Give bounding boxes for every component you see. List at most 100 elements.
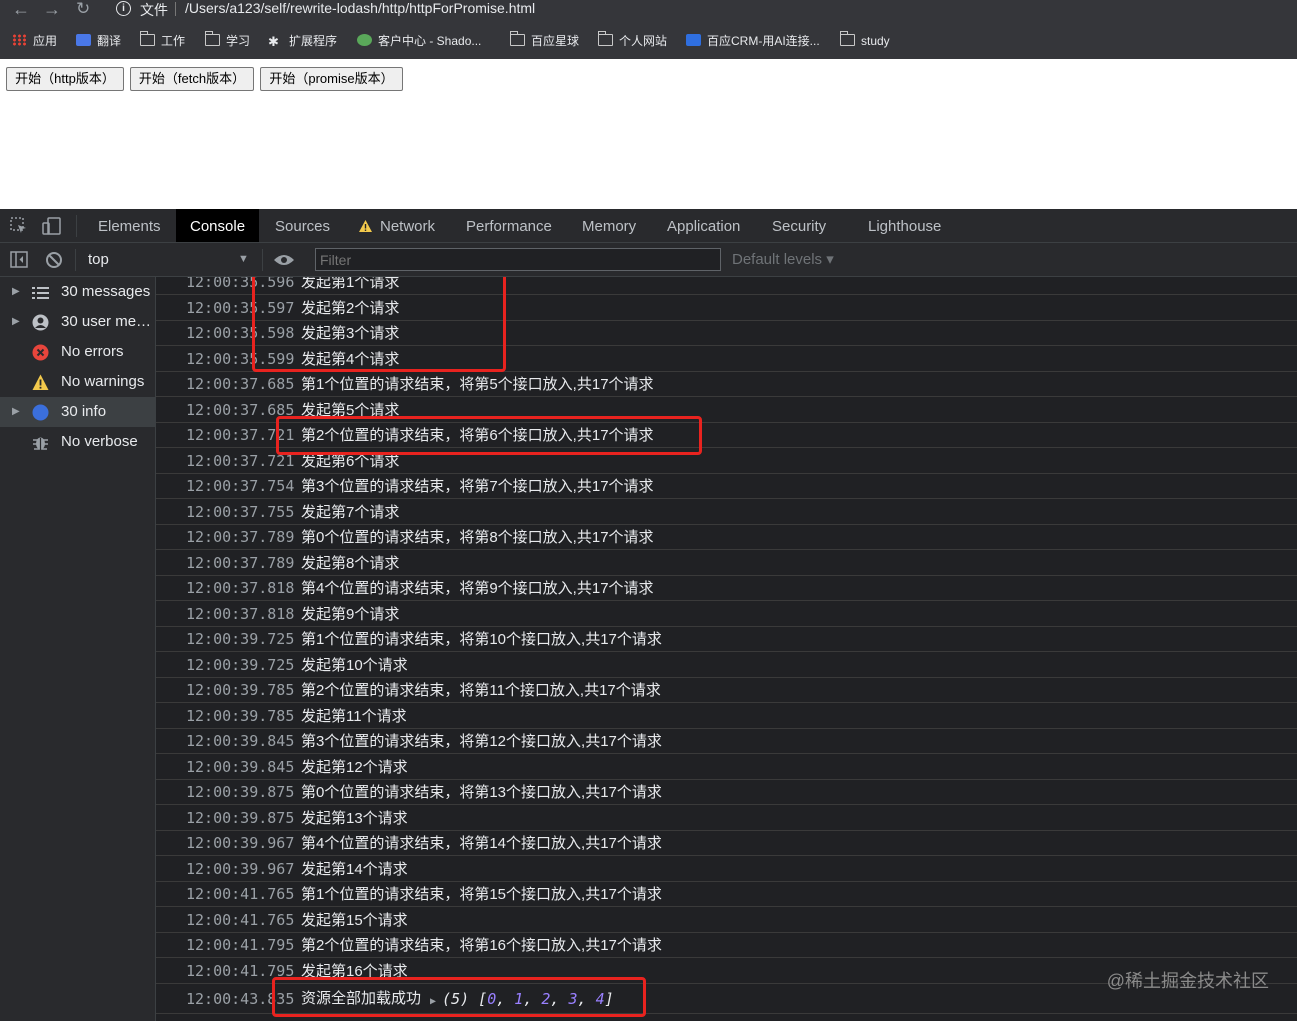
bookmark-customer-center[interactable]: 客户中心 - Shado...: [357, 33, 481, 49]
log-timestamp: 12:00:37.789: [186, 528, 295, 546]
folder-icon: [840, 31, 855, 46]
log-timestamp: 12:00:39.785: [186, 681, 295, 699]
console-log-row: 12:00:37.685 第1个位置的请求结束，将第5个接口放入,共17个请求: [156, 372, 1297, 397]
back-icon[interactable]: ←: [12, 0, 30, 22]
log-message: 发起第11个请求: [301, 707, 407, 725]
folder-icon: [140, 31, 155, 46]
start-promise-button[interactable]: 开始（promise版本）: [260, 67, 403, 91]
bookmark-translate[interactable]: 翻译: [76, 33, 121, 49]
log-message: 第4个位置的请求结束，将第14个接口放入,共17个请求: [301, 835, 662, 852]
folder-icon: [205, 31, 220, 46]
log-levels-dropdown[interactable]: Default levels ▾: [732, 243, 834, 276]
divider: [75, 249, 76, 271]
expand-arrow-icon[interactable]: ▶: [12, 307, 20, 337]
devtools-tabbar: Elements Console Sources Network Perform…: [0, 209, 1297, 243]
forward-icon[interactable]: →: [43, 0, 61, 22]
log-timestamp: 12:00:41.765: [186, 885, 295, 903]
sidebar-item-warnings[interactable]: No warnings: [0, 367, 155, 397]
sidebar-item-info[interactable]: ▶ 30 info: [0, 397, 155, 427]
chevron-down-icon[interactable]: ▼: [238, 243, 249, 276]
highlight-box-result: [272, 977, 646, 1017]
log-message: 第0个位置的请求结束，将第13个接口放入,共17个请求: [301, 784, 662, 801]
tab-elements[interactable]: Elements: [98, 209, 161, 242]
log-message: 发起第12个请求: [301, 758, 408, 776]
log-message: 发起第13个请求: [301, 809, 408, 827]
tab-network[interactable]: Network: [380, 209, 435, 242]
bug-icon: [33, 437, 48, 450]
log-timestamp: 12:00:39.967: [186, 834, 295, 852]
clear-console-icon[interactable]: [45, 251, 63, 269]
user-icon: [32, 314, 49, 331]
inspect-icon[interactable]: [10, 217, 28, 235]
log-message: 第2个位置的请求结束，将第16个接口放入,共17个请求: [301, 937, 662, 954]
log-message: 第2个位置的请求结束，将第11个接口放入,共17个请求: [301, 682, 661, 699]
bookmark-extensions[interactable]: ✱ 扩展程序: [268, 33, 337, 49]
console-log-row: 12:00:39.967 发起第14个请求: [156, 857, 1297, 882]
bookmark-study-cn[interactable]: 学习: [205, 31, 250, 49]
console-log-row: 12:00:41.765 发起第15个请求: [156, 908, 1297, 933]
sidebar-item-user-messages[interactable]: ▶ 30 user me…: [0, 307, 155, 337]
tab-console[interactable]: Console: [176, 209, 260, 242]
expand-arrow-icon[interactable]: ▶: [12, 277, 20, 307]
warning-icon: [32, 374, 49, 390]
log-timestamp: 12:00:37.818: [186, 579, 295, 597]
url-field[interactable]: /Users/a123/self/rewrite-lodash/http/htt…: [185, 0, 535, 16]
log-message: 发起第7个请求: [301, 503, 400, 521]
folder-icon: [598, 31, 613, 46]
console-log-row: 12:00:39.845 发起第12个请求: [156, 755, 1297, 780]
log-timestamp: 12:00:39.725: [186, 655, 295, 674]
tab-memory[interactable]: Memory: [582, 209, 636, 242]
sidebar-item-verbose[interactable]: No verbose: [0, 427, 155, 457]
console-log-row: 12:00:39.967 第4个位置的请求结束，将第14个接口放入,共17个请求: [156, 831, 1297, 856]
context-selector[interactable]: top: [88, 243, 109, 276]
tab-performance[interactable]: Performance: [466, 209, 552, 242]
log-timestamp: 12:00:39.875: [186, 808, 295, 827]
log-message: 发起第15个请求: [301, 911, 408, 929]
sidebar-item-messages[interactable]: ▶ 30 messages: [0, 277, 155, 307]
tab-application[interactable]: Application: [667, 209, 740, 242]
start-fetch-button[interactable]: 开始（fetch版本）: [130, 67, 254, 91]
devtools-panel: Elements Console Sources Network Perform…: [0, 209, 1297, 1021]
bookmark-baiying[interactable]: 百应星球: [510, 31, 579, 49]
tab-security[interactable]: Security: [772, 209, 826, 242]
expand-arrow-icon[interactable]: ▶: [12, 397, 20, 427]
bookmark-apps[interactable]: 应用: [12, 33, 57, 49]
log-message: 第4个位置的请求结束，将第9个接口放入,共17个请求: [301, 580, 654, 597]
device-toolbar-icon[interactable]: [42, 216, 62, 236]
console-log-row: 12:00:37.789 第0个位置的请求结束，将第8个接口放入,共17个请求: [156, 525, 1297, 550]
filter-input[interactable]: [315, 248, 721, 271]
sidebar-toggle-icon[interactable]: [10, 251, 28, 268]
info-icon[interactable]: i: [116, 1, 131, 16]
log-timestamp: 12:00:37.755: [186, 502, 295, 521]
console-toolbar: top ▼ Default levels ▾: [0, 243, 1297, 277]
log-message: 发起第8个请求: [301, 554, 400, 572]
bookmark-personal-site[interactable]: 个人网站: [598, 31, 667, 49]
log-message: 发起第10个请求: [301, 656, 408, 674]
page-content: 开始（http版本） 开始（fetch版本） 开始（promise版本）: [0, 59, 1297, 209]
log-timestamp: 12:00:37.789: [186, 553, 295, 572]
console-log-row: 12:00:41.795 第2个位置的请求结束，将第16个接口放入,共17个请求: [156, 933, 1297, 958]
console-log-row: 12:00:37.754 第3个位置的请求结束，将第7个接口放入,共17个请求: [156, 474, 1297, 499]
log-message: 第1个位置的请求结束，将第5个接口放入,共17个请求: [301, 376, 654, 393]
console-log-row: 12:00:39.875 第0个位置的请求结束，将第13个接口放入,共17个请求: [156, 780, 1297, 805]
warning-icon: [359, 220, 372, 232]
start-http-button[interactable]: 开始（http版本）: [6, 67, 124, 91]
log-timestamp: 12:00:41.765: [186, 910, 295, 929]
sidebar-item-errors[interactable]: No errors: [0, 337, 155, 367]
log-timestamp: 12:00:39.725: [186, 630, 295, 648]
bookmark-work[interactable]: 工作: [140, 31, 185, 49]
tab-sources[interactable]: Sources: [275, 209, 330, 242]
puzzle-icon: ✱: [268, 34, 279, 49]
bookmark-study[interactable]: study: [840, 31, 890, 49]
file-label: 文件: [140, 2, 168, 18]
info-icon: [32, 404, 49, 421]
eye-icon[interactable]: [273, 253, 295, 267]
console-log-row: 12:00:39.845 第3个位置的请求结束，将第12个接口放入,共17个请求: [156, 729, 1297, 754]
log-timestamp: 12:00:39.967: [186, 859, 295, 878]
tab-lighthouse[interactable]: Lighthouse: [868, 209, 941, 242]
console-log: 12:00:35.596 发起第1个请求 12:00:35.597 发起第2个请求 12…: [156, 277, 1297, 1021]
log-timestamp: 12:00:37.754: [186, 477, 295, 495]
bookmark-crm[interactable]: 百应CRM-用AI连接...: [686, 33, 820, 49]
reload-icon[interactable]: ↻: [76, 0, 90, 22]
crm-icon: [686, 34, 701, 46]
